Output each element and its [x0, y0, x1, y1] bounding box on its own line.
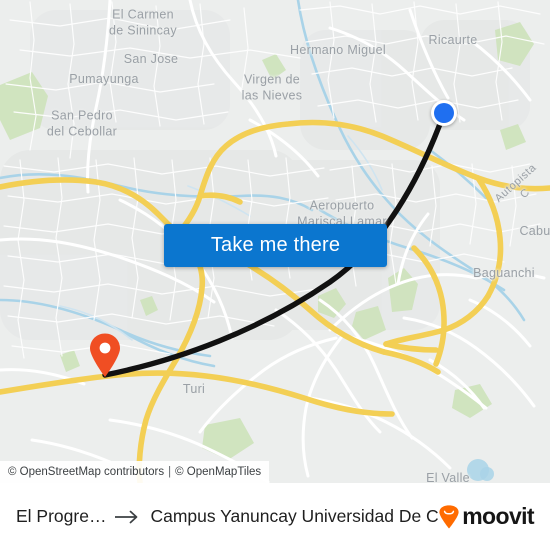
map-route-screen: El Carmen de Sinincay San Jose Pumayunga… [0, 0, 550, 550]
map-attribution: © OpenStreetMap contributors | © OpenMap… [0, 461, 270, 483]
route-origin-label: El Progre… [16, 506, 107, 526]
attribution-separator: | [168, 466, 172, 478]
attribution-osm[interactable]: © OpenStreetMap contributors [8, 466, 164, 478]
arrow-right-icon [115, 510, 138, 523]
footer-bar: El Progre… Campus Yanuncay Universidad D… [0, 483, 550, 550]
route-destination-label: Campus Yanuncay Universidad De Cue… [150, 506, 439, 526]
map-canvas[interactable]: El Carmen de Sinincay San Jose Pumayunga… [0, 0, 550, 483]
moovit-wordmark: moovit [462, 503, 534, 529]
route-summary[interactable]: El Progre… Campus Yanuncay Universidad D… [16, 506, 438, 527]
map-pin-icon [90, 333, 120, 377]
moovit-logo[interactable]: moovit [438, 503, 535, 530]
attribution-openmaptiles[interactable]: © OpenMapTiles [175, 466, 261, 478]
take-me-there-button[interactable]: Take me there [164, 224, 387, 267]
circle-dot-icon [434, 103, 454, 123]
moovit-pin-icon [439, 504, 459, 528]
